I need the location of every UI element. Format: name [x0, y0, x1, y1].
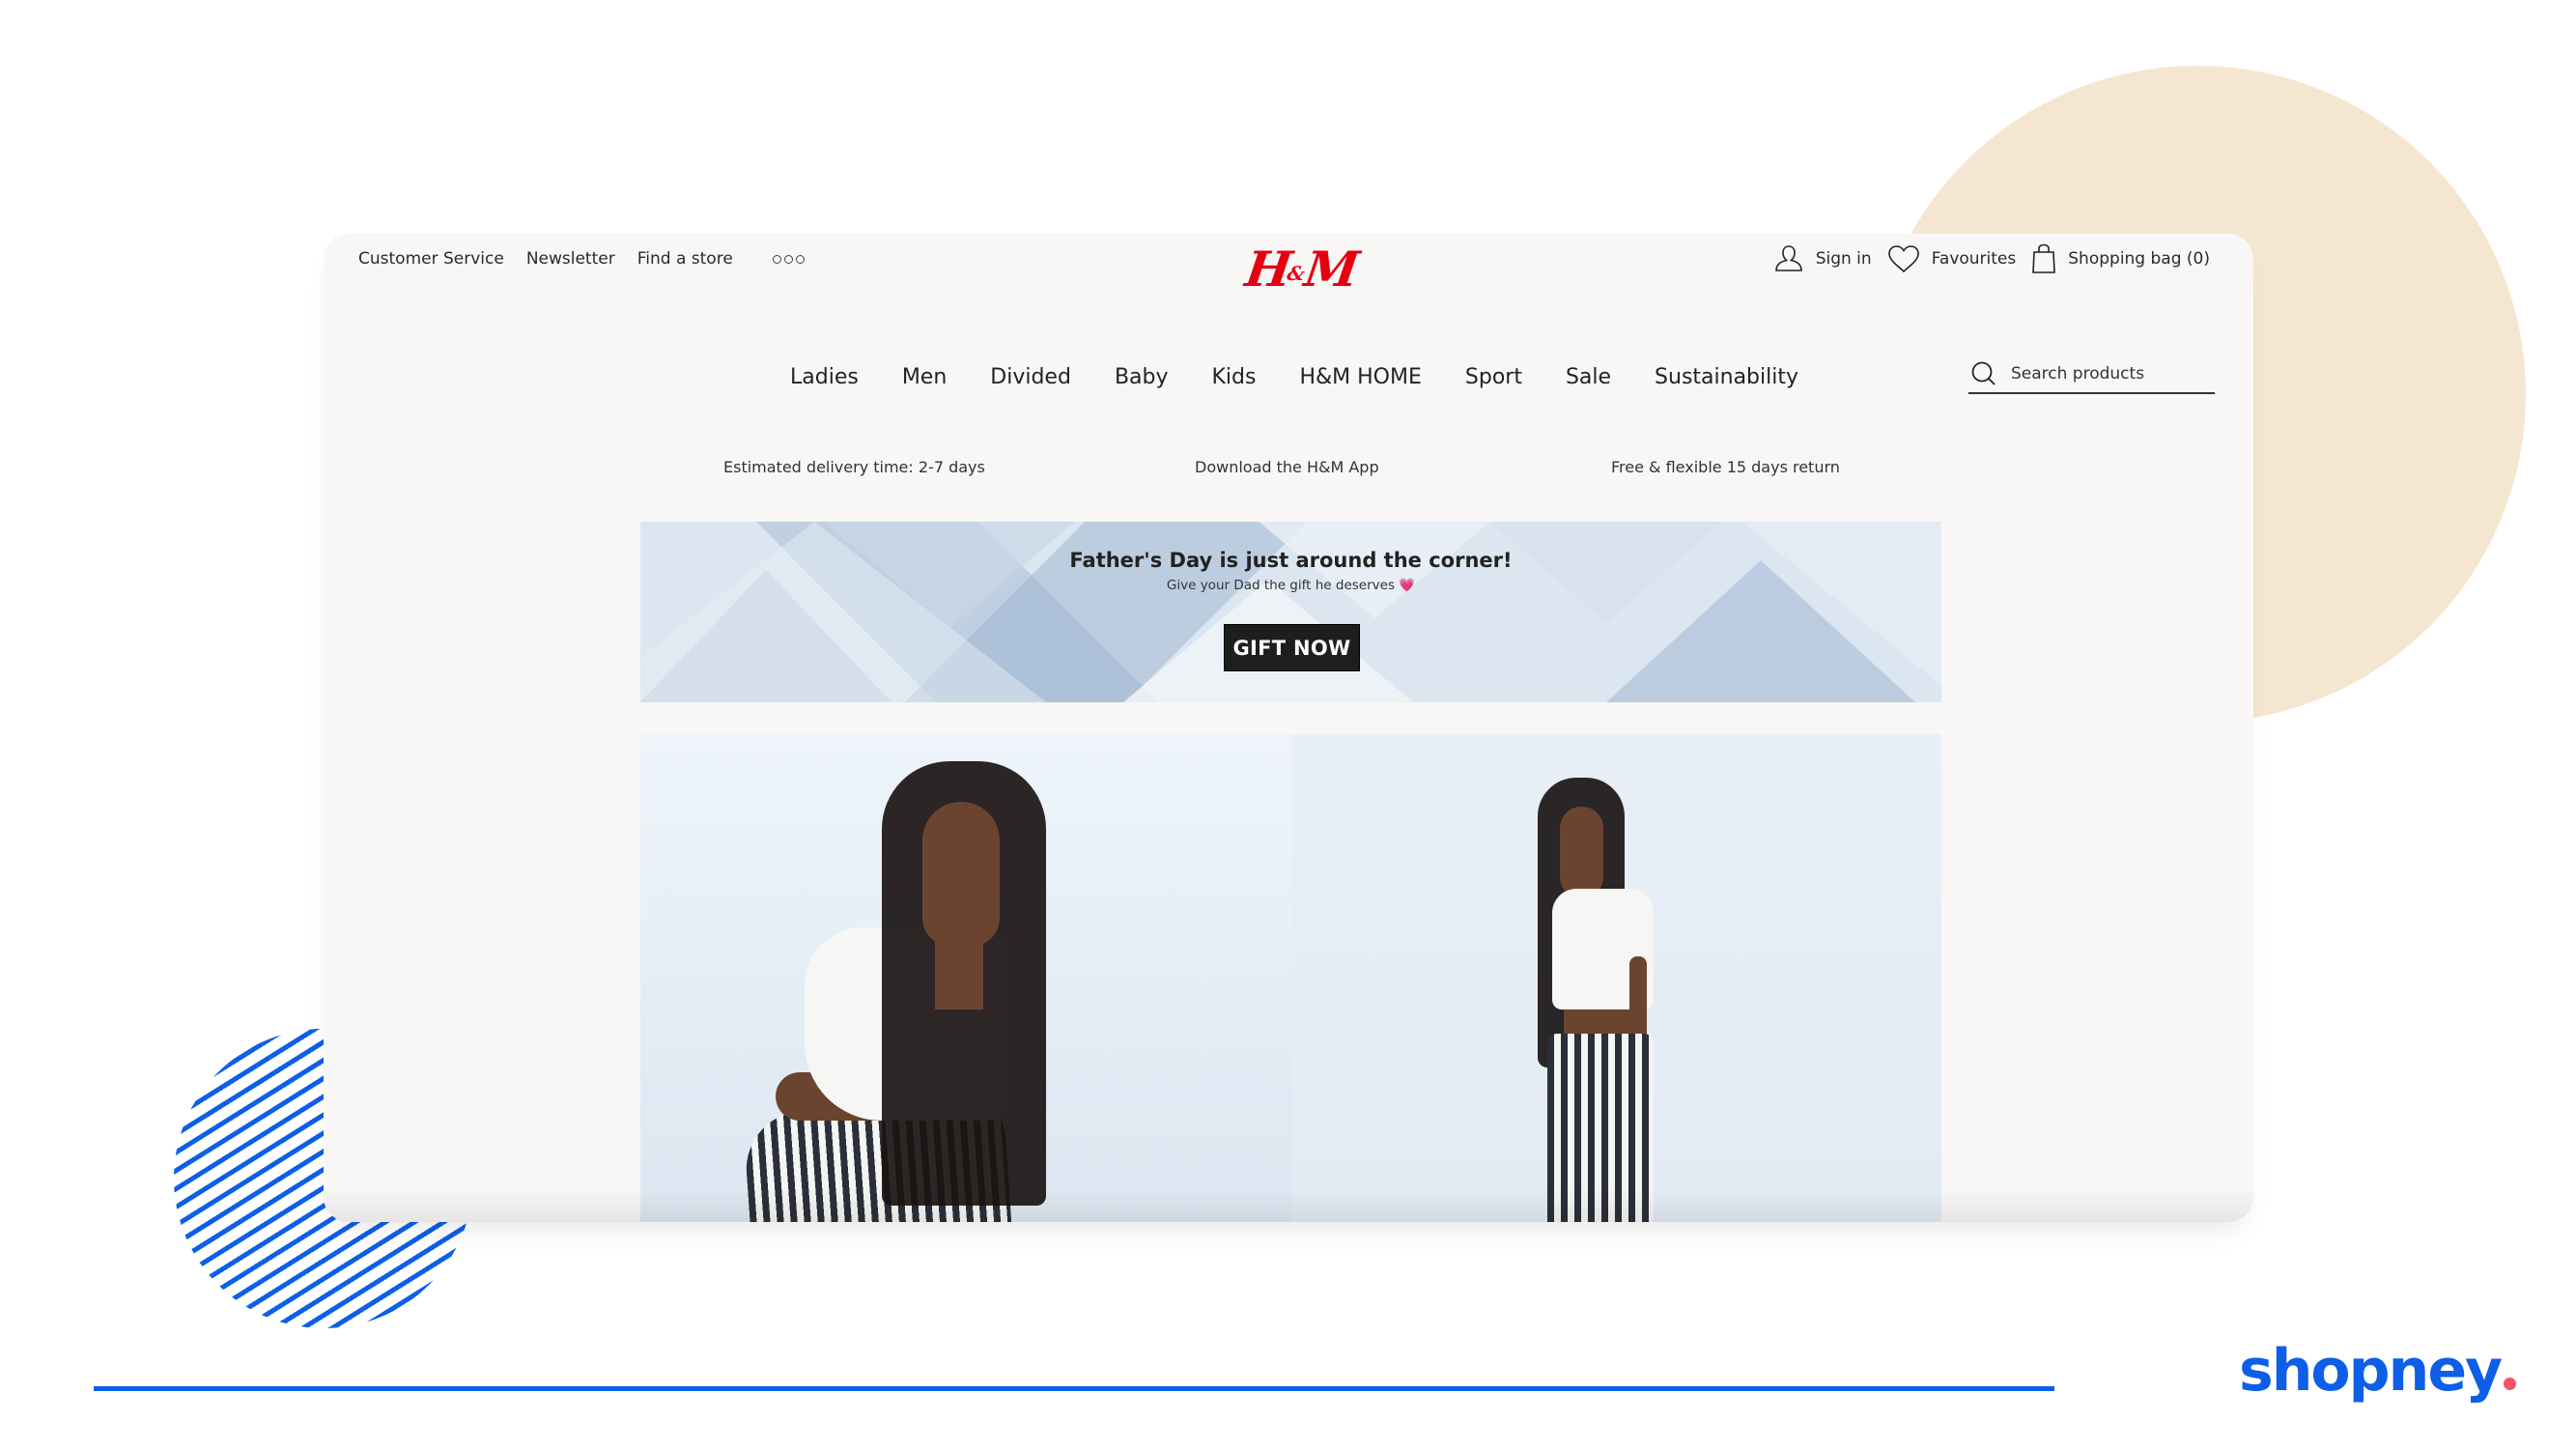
shopney-wordmark: shopney — [2239, 1337, 2503, 1405]
model-figure-standing — [1291, 734, 1941, 1222]
banner-content: Father's Day is just around the corner! … — [640, 549, 1941, 593]
find-a-store-link[interactable]: Find a store — [637, 249, 733, 269]
nav-sport[interactable]: Sport — [1465, 365, 1522, 389]
nav-sale[interactable]: Sale — [1566, 365, 1611, 389]
usp-returns: Free & flexible 15 days return — [1611, 458, 1840, 476]
favourites-button[interactable]: Favourites — [1887, 244, 2017, 273]
main-navigation: Ladies Men Divided Baby Kids H&M HOME Sp… — [790, 365, 1842, 389]
browser-screenshot-frame: Customer Service Newsletter Find a store… — [324, 234, 2253, 1222]
search-input[interactable] — [2011, 364, 2204, 384]
user-icon — [1774, 245, 1802, 271]
heart-icon — [1887, 245, 1919, 273]
model-figure-crouching — [640, 734, 1291, 1222]
sign-in-button[interactable]: Sign in — [1773, 243, 1872, 274]
fathers-day-banner[interactable]: Father's Day is just around the corner! … — [640, 522, 1941, 702]
shopping-bag-button[interactable]: Shopping bag (0) — [2031, 243, 2210, 274]
shopney-dot-icon — [2504, 1378, 2517, 1390]
favourites-label: Favourites — [1931, 249, 2017, 269]
hero-image-right[interactable] — [1291, 734, 1941, 1222]
hm-logo[interactable]: H&M — [1242, 241, 1359, 298]
usp-app-download[interactable]: Download the H&M App — [1195, 458, 1379, 476]
nav-baby[interactable]: Baby — [1115, 365, 1169, 389]
nav-men[interactable]: Men — [902, 365, 947, 389]
nav-sustainability[interactable]: Sustainability — [1655, 365, 1798, 389]
footer-divider-line — [94, 1386, 2054, 1391]
gift-now-button[interactable]: GIFT NOW — [1224, 624, 1360, 671]
nav-hm-home[interactable]: H&M HOME — [1299, 365, 1421, 389]
shopping-bag-label: Shopping bag (0) — [2068, 249, 2210, 269]
nav-kids[interactable]: Kids — [1212, 365, 1257, 389]
usp-delivery: Estimated delivery time: 2-7 days — [723, 458, 985, 476]
hero-image-left[interactable] — [640, 734, 1291, 1222]
sign-in-label: Sign in — [1815, 249, 1872, 269]
account-actions: Sign in Favourites Shopping bag (0) — [1758, 243, 2210, 274]
heart-emoji-icon: 💗 — [1399, 578, 1416, 593]
shopney-logo: shopney — [2239, 1337, 2517, 1405]
search-icon[interactable] — [1970, 360, 1997, 387]
customer-service-link[interactable]: Customer Service — [358, 249, 504, 269]
shopping-bag-icon — [2032, 243, 2056, 273]
nav-divided[interactable]: Divided — [990, 365, 1071, 389]
more-dots-icon[interactable] — [772, 254, 805, 264]
search-bar — [1968, 355, 2215, 394]
banner-subtitle: Give your Dad the gift he deserves 💗 — [640, 578, 1941, 593]
nav-ladies[interactable]: Ladies — [790, 365, 859, 389]
banner-title: Father's Day is just around the corner! — [1069, 549, 1513, 572]
utility-links: Customer Service Newsletter Find a store — [358, 249, 805, 269]
newsletter-link[interactable]: Newsletter — [526, 249, 615, 269]
banner-subtitle-text: Give your Dad the gift he deserves — [1166, 578, 1395, 593]
